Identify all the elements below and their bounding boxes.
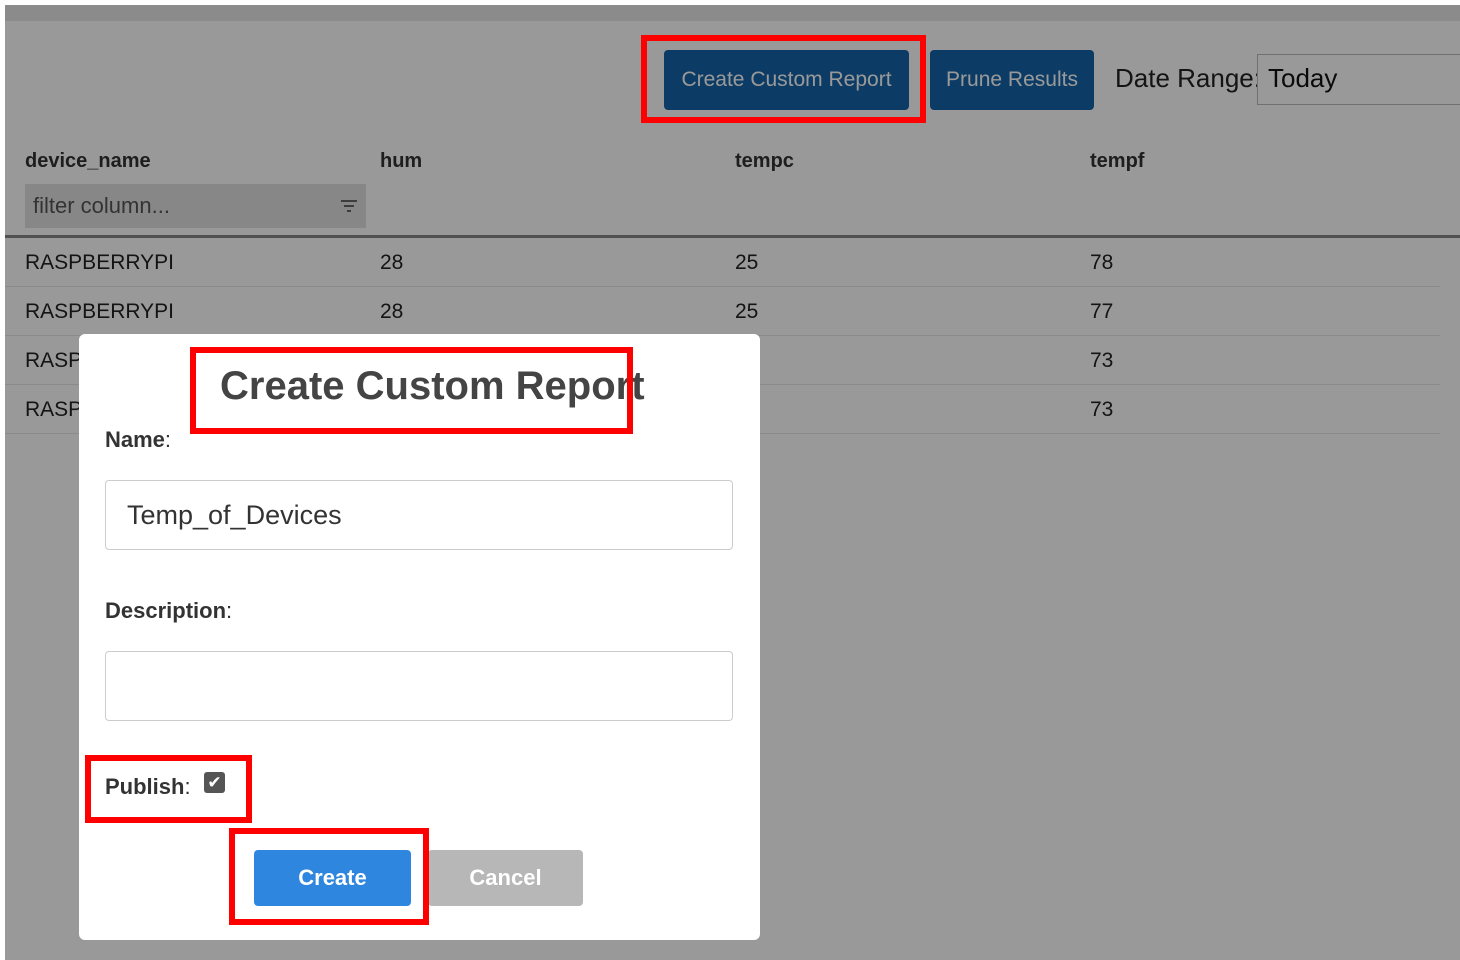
checkmark-icon: ✔ — [207, 773, 222, 792]
name-label: Name: — [105, 427, 172, 452]
publish-checkbox[interactable]: ✔ — [204, 772, 225, 793]
description-label: Description: — [105, 598, 233, 623]
report-page: Create Custom Report Prune Results Date … — [5, 5, 1460, 960]
create-report-dialog: Create Custom Report Name: Temp_of_Devic… — [79, 334, 760, 940]
dialog-title: Create Custom Report — [220, 364, 645, 408]
cancel-button[interactable]: Cancel — [428, 850, 583, 906]
name-input[interactable]: Temp_of_Devices — [105, 480, 733, 550]
publish-label: Publish: — [105, 774, 191, 799]
description-input[interactable] — [105, 651, 733, 721]
create-button[interactable]: Create — [254, 850, 411, 906]
